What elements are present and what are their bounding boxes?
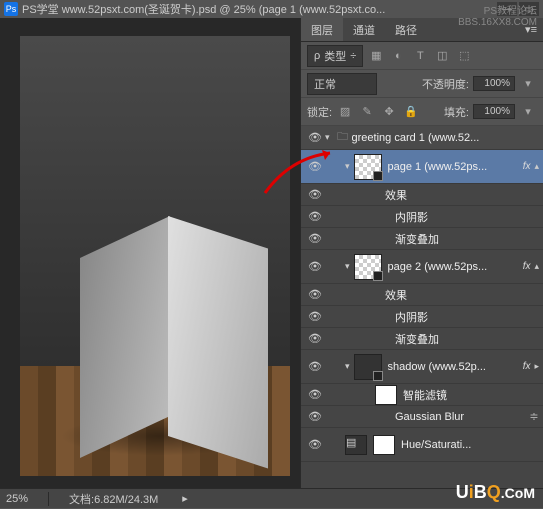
- layer-effect-inner-shadow[interactable]: 👁 内阴影: [301, 206, 543, 228]
- layer-smart-filters[interactable]: 👁 智能滤镜: [301, 384, 543, 406]
- app-logo: Ps: [4, 2, 18, 16]
- document-canvas[interactable]: [20, 36, 290, 476]
- layer-label: 效果: [385, 287, 543, 303]
- document-size[interactable]: 文档:6.82M/24.3M: [69, 491, 158, 507]
- opacity-value[interactable]: 100%: [473, 76, 515, 91]
- fill-chevron-icon[interactable]: ▾: [519, 103, 537, 121]
- layers-panel: 图层 通道 路径 ▾≡ ρ 类型 ÷ ▦ ◐ T ◫ ⬚ 正常 不透明度: 10…: [300, 18, 543, 488]
- layer-shadow[interactable]: 👁 ▾ shadow (www.52p... fx ▸: [301, 350, 543, 384]
- visibility-eye-icon[interactable]: 👁: [305, 210, 325, 223]
- disclosure-triangle-icon[interactable]: ▾: [345, 361, 350, 372]
- doc-info-chevron-icon[interactable]: ▸: [182, 492, 188, 505]
- watermark-text: PS教程论坛 BBS.16XX8.COM: [458, 2, 537, 28]
- opacity-label: 不透明度:: [422, 76, 469, 92]
- adjustment-thumbnail[interactable]: ▤: [345, 435, 367, 455]
- fx-badge[interactable]: fx: [523, 161, 531, 172]
- layer-page-2[interactable]: 👁 ▾ page 2 (www.52ps... fx ▴: [301, 250, 543, 284]
- smart-object-badge-icon: [373, 271, 383, 281]
- layer-thumbnail[interactable]: [354, 254, 382, 280]
- lock-label: 锁定:: [307, 104, 332, 120]
- disclosure-triangle-icon[interactable]: ▾: [325, 132, 330, 143]
- layer-hue-saturation[interactable]: 👁 ▤ Hue/Saturati...: [301, 428, 543, 462]
- layer-thumbnail[interactable]: [354, 354, 382, 380]
- fill-value[interactable]: 100%: [473, 104, 515, 119]
- visibility-eye-icon[interactable]: 👁: [305, 332, 325, 345]
- fx-chevron-icon[interactable]: ▸: [534, 361, 539, 372]
- layer-filter-row: ρ 类型 ÷ ▦ ◐ T ◫ ⬚: [301, 42, 543, 70]
- lock-row: 锁定: ▨ ✎ ✥ 🔒 填充: 100% ▾: [301, 98, 543, 126]
- lock-position-icon[interactable]: ✥: [380, 103, 398, 121]
- filter-smart-icon[interactable]: ⬚: [455, 47, 473, 65]
- layer-label: 渐变叠加: [395, 231, 543, 247]
- tab-paths[interactable]: 路径: [385, 18, 427, 41]
- layer-effect-gradient-overlay[interactable]: 👁 渐变叠加: [301, 328, 543, 350]
- visibility-eye-icon[interactable]: 👁: [305, 310, 325, 323]
- blend-mode-dropdown[interactable]: 正常: [307, 73, 377, 95]
- visibility-eye-icon[interactable]: 👁: [305, 288, 325, 301]
- document-title: PS学堂 www.52psxt.com(圣诞贺卡).psd @ 25% (pag…: [22, 1, 497, 17]
- layer-mask-thumbnail[interactable]: [373, 435, 395, 455]
- layer-effect-gradient-overlay[interactable]: 👁 渐变叠加: [301, 228, 543, 250]
- visibility-eye-icon[interactable]: 👁: [305, 160, 325, 173]
- tab-channels[interactable]: 通道: [343, 18, 385, 41]
- titlebar: Ps PS学堂 www.52psxt.com(圣诞贺卡).psd @ 25% (…: [0, 0, 543, 18]
- layer-tree[interactable]: 👁 ▾ 🗀 greeting card 1 (www.52... 👁 ▾ pag…: [301, 126, 543, 488]
- layer-group-greeting-card[interactable]: 👁 ▾ 🗀 greeting card 1 (www.52...: [301, 126, 543, 150]
- filter-adjust-icon[interactable]: ◐: [389, 47, 407, 65]
- filter-shape-icon[interactable]: ◫: [433, 47, 451, 65]
- fx-badge[interactable]: fx: [523, 361, 531, 372]
- filter-pixel-icon[interactable]: ▦: [367, 47, 385, 65]
- layer-page-1[interactable]: 👁 ▾ page 1 (www.52ps... fx ▴: [301, 150, 543, 184]
- visibility-eye-icon[interactable]: 👁: [305, 131, 325, 144]
- layer-label: 内阴影: [395, 209, 543, 225]
- layer-label[interactable]: page 1 (www.52ps...: [388, 161, 523, 173]
- greeting-card-mockup: [80, 216, 260, 436]
- layer-label: Gaussian Blur: [395, 411, 525, 423]
- fx-chevron-icon[interactable]: ▴: [534, 161, 539, 172]
- tab-layers[interactable]: 图层: [301, 18, 343, 41]
- fill-label: 填充:: [444, 104, 469, 120]
- filter-type-icon[interactable]: T: [411, 47, 429, 65]
- layer-effects-header[interactable]: 👁 效果: [301, 184, 543, 206]
- smart-object-badge-icon: [373, 171, 383, 181]
- visibility-eye-icon[interactable]: 👁: [305, 260, 325, 273]
- layer-label[interactable]: shadow (www.52p...: [388, 361, 523, 373]
- layer-label: 内阴影: [395, 309, 543, 325]
- layer-filter-gaussian-blur[interactable]: 👁 Gaussian Blur ≑: [301, 406, 543, 428]
- layer-label[interactable]: greeting card 1 (www.52...: [352, 132, 543, 144]
- layer-label: 渐变叠加: [395, 331, 543, 347]
- visibility-eye-icon[interactable]: 👁: [305, 438, 325, 451]
- layer-label[interactable]: Hue/Saturati...: [401, 439, 543, 451]
- layer-label: 效果: [385, 187, 543, 203]
- folder-icon: 🗀: [334, 129, 352, 147]
- visibility-eye-icon[interactable]: 👁: [305, 360, 325, 373]
- lock-all-icon[interactable]: 🔒: [402, 103, 420, 121]
- layer-effects-header[interactable]: 👁 效果: [301, 284, 543, 306]
- zoom-level[interactable]: 25%: [6, 493, 28, 505]
- filter-mask-thumbnail[interactable]: [375, 385, 397, 405]
- visibility-eye-icon[interactable]: 👁: [305, 188, 325, 201]
- layer-label: 智能滤镜: [403, 387, 543, 403]
- filter-kind-dropdown[interactable]: ρ 类型 ÷: [307, 45, 363, 67]
- blend-row: 正常 不透明度: 100% ▾: [301, 70, 543, 98]
- lock-brush-icon[interactable]: ✎: [358, 103, 376, 121]
- visibility-eye-icon[interactable]: 👁: [305, 232, 325, 245]
- layer-label[interactable]: page 2 (www.52ps...: [388, 261, 523, 273]
- disclosure-triangle-icon[interactable]: ▾: [345, 261, 350, 272]
- layer-thumbnail[interactable]: [354, 154, 382, 180]
- visibility-eye-icon[interactable]: 👁: [305, 410, 325, 423]
- layer-effect-inner-shadow[interactable]: 👁 内阴影: [301, 306, 543, 328]
- visibility-eye-icon[interactable]: 👁: [305, 388, 325, 401]
- filter-blend-icon[interactable]: ≑: [525, 408, 543, 426]
- fx-chevron-icon[interactable]: ▴: [534, 261, 539, 272]
- canvas-area[interactable]: [0, 18, 300, 488]
- fx-badge[interactable]: fx: [523, 261, 531, 272]
- disclosure-triangle-icon[interactable]: ▾: [345, 161, 350, 172]
- opacity-chevron-icon[interactable]: ▾: [519, 75, 537, 93]
- watermark-logo: UiBQ.CoM: [456, 482, 535, 503]
- smart-object-badge-icon: [373, 371, 383, 381]
- lock-transparency-icon[interactable]: ▨: [336, 103, 354, 121]
